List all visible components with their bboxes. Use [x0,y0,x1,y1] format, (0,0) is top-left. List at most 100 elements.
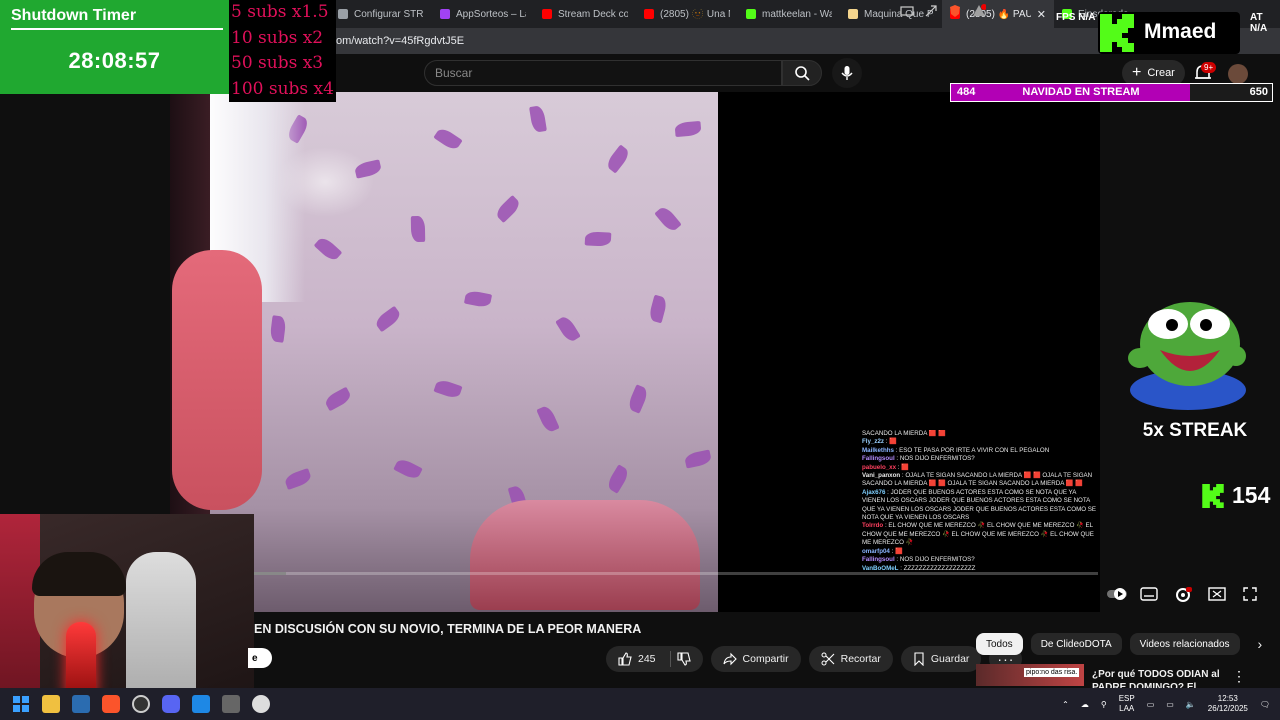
onedrive-icon[interactable]: ☁ [1081,700,1089,709]
sub-multiplier-list: 5 subs x1.5 10 subs x2 50 subs x3 100 su… [229,0,336,102]
file-explorer-icon[interactable] [42,695,60,713]
usb-icon[interactable]: ⚲ [1101,700,1107,709]
create-label: Crear [1147,67,1175,79]
display-icon[interactable]: ▭ [1147,700,1155,709]
latency-value: N/A [1250,23,1268,34]
curtain-leaf-pattern [323,386,353,412]
brave-rewards-icon[interactable] [972,4,987,18]
autoplay-toggle[interactable] [1106,586,1127,602]
shutdown-timer-value: 28:08:57 [68,48,161,73]
chevron-right-icon[interactable]: › [1258,636,1263,652]
steam-icon[interactable] [252,695,270,713]
chat-message: Vani_panxon : OJALA TE SIGAN SACANDO LA … [862,472,1098,489]
clock-time: 12:53 [1217,694,1238,703]
video-actions: 245 Compartir Recortar Guardar ··· [606,646,1023,672]
browser-tab[interactable]: (2805) 🫥 Una NAV [636,0,738,28]
search-button[interactable] [782,60,822,86]
brave-browser-icon[interactable] [102,695,120,713]
tab-close-icon[interactable]: ✕ [1037,8,1046,21]
network-icon[interactable]: ▭ [1166,700,1174,709]
thumbnail-caption: pipo:no das risa. [1024,668,1080,677]
chat-message: Mailkethhs : ESO TE PASA POR IRTE A VIVI… [862,447,1098,455]
chat-text: : ZZZZZZZZZZZZZZZZZZZ [900,564,976,572]
chat-username: Mailkethhs [862,446,894,454]
subtitles-icon[interactable] [1140,586,1158,602]
kick-small-logo-icon [1202,483,1224,508]
obs-icon[interactable] [132,695,150,713]
chat-username: Ajax676 [862,488,886,496]
chat-text: : EL CHOW QUE ME MEREZCO 🥀 EL CHOW QUE M… [862,522,1094,547]
settings-gear-icon[interactable] [1174,586,1192,602]
curtain-leaf-pattern [674,120,702,138]
chat-text: : 🟥 [897,463,909,471]
multiplier-item: 5 subs x1.5 [231,2,329,22]
app-icon-gray[interactable] [222,695,240,713]
system-tray: ⌃ ☁ ⚲ ESP LAA ▭ ▭ 🔈 12:53 26/12/2025 🗨 [1062,688,1270,720]
windows-start-icon[interactable] [12,695,30,713]
tab-label: Stream Deck config [558,8,628,20]
curtain-leaf-pattern [605,464,631,494]
app-icon-blue[interactable] [192,695,210,713]
browser-tab[interactable]: mattkeelan - Watch [738,0,840,28]
subscribe-button[interactable]: e [248,648,272,668]
chat-text: : NOS DIJO ENFERMITOS? [896,455,975,463]
thumbs-down-icon[interactable] [676,652,691,666]
url-text[interactable]: om/watch?v=45fRgdvtJ5E [336,35,464,47]
notification-center-icon[interactable]: 🗨 [1260,700,1270,709]
volume-icon[interactable]: 🔈 [1186,700,1196,709]
tab-label: mattkeelan - Watch [762,8,832,20]
tab-label: AppSorteos – La Ru [456,8,526,20]
chip-related[interactable]: Videos relacionados [1129,633,1240,655]
language-indicator[interactable]: ESP LAA [1119,694,1135,714]
clip-button[interactable]: Recortar [808,646,893,672]
curtain-leaf-pattern [529,105,547,133]
chat-message: SACANDO LA MIERDA 🟥 🟥 [862,430,1098,438]
tab-favicon-icon [440,9,450,19]
multiplier-item: 50 subs x3 [231,53,324,73]
clock-date: 26/12/2025 [1207,704,1248,713]
chat-text: : ESO TE PASA POR IRTE A VIVIR CON EL PE… [895,446,1050,454]
share-button[interactable]: Compartir [710,646,801,672]
curtain-leaf-pattern [584,231,612,247]
chip-channel[interactable]: De ClideoDOTA [1030,633,1122,655]
search-input[interactable]: Buscar [424,60,782,86]
chat-username: VanBoOMeL [862,564,899,572]
recommended-thumbnail[interactable]: pipo:no das risa. [976,664,1084,686]
notification-count-badge: 9+ [1201,62,1217,73]
fullscreen-icon[interactable] [1242,586,1260,602]
discord-icon[interactable] [162,695,180,713]
screen-cast-icon[interactable] [900,4,914,18]
brave-shield-icon[interactable] [948,4,962,18]
miniplayer-icon[interactable] [1208,586,1226,602]
curtain-leaf-pattern [373,305,403,333]
like-divider [669,651,671,667]
latency-label: AT [1250,12,1263,23]
browser-tab[interactable]: Configurar STREAM [330,0,432,28]
curtain-leaf-pattern [683,449,713,469]
fps-value: N/A [1078,12,1096,23]
like-button[interactable]: 245 [606,646,703,672]
account-avatar[interactable] [1228,64,1248,84]
browser-tab[interactable]: AppSorteos – La Ru [432,0,534,28]
streamer-webcam [0,514,254,704]
save-button[interactable]: Guardar [900,646,982,672]
share-icon[interactable] [924,4,938,18]
multiplier-item: 100 subs x4 [231,78,334,99]
taskbar-clock[interactable]: 12:53 26/12/2025 [1208,694,1248,714]
app-icon-generic[interactable] [72,695,90,713]
chat-message: Fly_z2z : 🟥 [862,438,1098,446]
chat-message: Ajax676 : JODER QUE BUENOS ACTORES ESTA … [862,489,1098,523]
curtain-leaf-pattern [433,125,463,153]
clip-label: Recortar [840,653,881,665]
plus-icon: + [1132,64,1142,81]
chat-username: Fly_z2z [862,438,885,446]
browser-tab[interactable]: Stream Deck config [534,0,636,28]
tab-favicon-icon [746,9,756,19]
tray-chevron-up-icon[interactable]: ⌃ [1062,700,1069,709]
recommended-menu-icon[interactable]: ⋮ [1232,668,1246,685]
chat-text: : JODER QUE BUENOS ACTORES ESTA COMO SE … [862,488,1097,522]
video-progress-track[interactable] [252,572,1098,575]
chip-all[interactable]: Todos [976,633,1023,655]
voice-search-button[interactable] [832,58,862,88]
video-title: EN DISCUSIÓN CON SU NOVIO, TERMINA DE LA… [254,622,642,636]
